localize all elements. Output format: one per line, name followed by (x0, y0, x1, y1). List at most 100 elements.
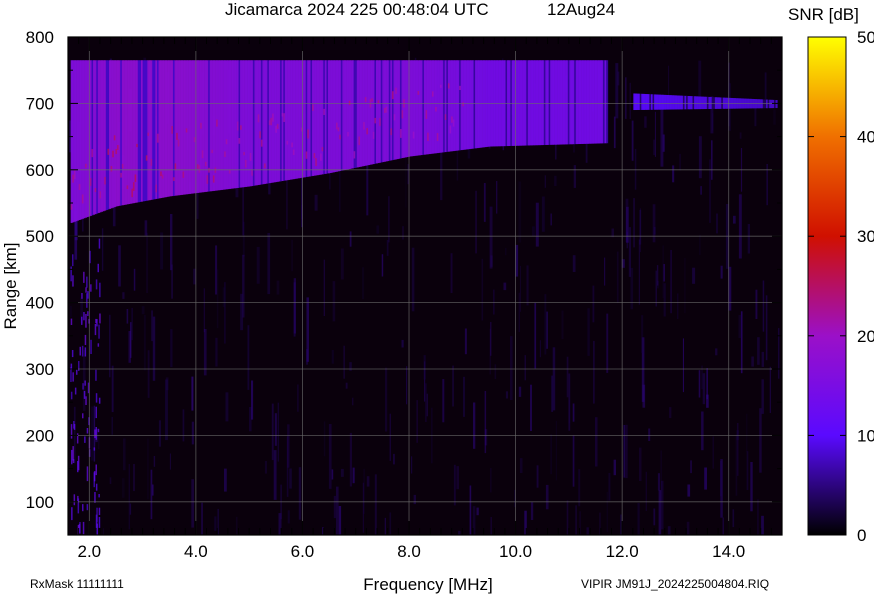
noise-streak (426, 393, 428, 417)
noise-speckle (83, 271, 85, 283)
noise-streak (750, 462, 753, 512)
noise-streak (690, 460, 692, 474)
noise-streak (606, 313, 609, 373)
noise-streak (332, 281, 336, 322)
noise-streak (545, 484, 549, 510)
noise-speckle (71, 507, 73, 521)
noise-speckle (86, 428, 89, 434)
x-tick-label: 4.0 (184, 542, 208, 561)
noise-streak (653, 508, 656, 526)
noise-streak (637, 503, 640, 535)
noise-streak (711, 140, 713, 180)
noise-speckle (70, 424, 73, 439)
noise-streak (572, 435, 575, 487)
noise-streak (686, 521, 690, 535)
noise-speckle (71, 449, 73, 465)
noise-streak (656, 265, 659, 286)
noise-streak (386, 240, 389, 256)
noise-speckle (95, 406, 97, 419)
noise-streak (352, 467, 355, 484)
noise-streak (692, 267, 696, 284)
rx-mask-label: RxMask 11111111 (30, 577, 124, 591)
noise-speckle (73, 424, 76, 430)
noise-streak (608, 473, 611, 501)
noise-streak (663, 283, 666, 317)
noise-streak (366, 476, 370, 487)
noise-streak (402, 226, 404, 240)
noise-speckle (84, 380, 86, 386)
noise-speckle (97, 343, 100, 347)
noise-speckle (90, 284, 92, 292)
y-tick-label: 700 (26, 94, 54, 113)
noise-streak (101, 228, 104, 271)
noise-streak (578, 469, 581, 507)
noise-streak (765, 295, 768, 361)
noise-streak (425, 383, 427, 422)
noise-speckle (81, 316, 83, 325)
plot-area (67, 36, 783, 536)
noise-streak (720, 461, 722, 497)
noise-streak (331, 350, 334, 364)
noise-speckle (97, 428, 100, 433)
noise-streak (757, 499, 759, 535)
noise-speckle (98, 397, 101, 404)
noise-speckle (98, 238, 101, 249)
noise-streak (587, 308, 590, 356)
noise-streak (289, 468, 292, 489)
noise-speckle (82, 521, 85, 535)
noise-streak (182, 409, 185, 442)
noise-streak (297, 384, 299, 412)
noise-streak (735, 434, 738, 496)
source-file-label: VIPIR JM91J_2024225004804.RIQ (581, 577, 769, 591)
colorbar-tick-label: 50 (857, 28, 874, 47)
noise-streak (111, 365, 114, 413)
noise-speckle (94, 324, 97, 336)
noise-streak (277, 402, 279, 462)
noise-streak (128, 464, 130, 530)
noise-streak (458, 530, 461, 535)
noise-streak (706, 394, 709, 408)
noise-streak (91, 406, 94, 461)
noise-streak (349, 362, 352, 371)
noise-speckle (95, 483, 98, 491)
noise-streak (153, 456, 156, 467)
noise-streak (490, 322, 492, 356)
noise-speckle (86, 504, 89, 511)
noise-streak (757, 337, 760, 365)
noise-streak (518, 386, 522, 397)
noise-streak (278, 513, 282, 535)
colorbar-tick-label: 40 (857, 128, 874, 147)
noise-streak (191, 421, 194, 445)
noise-streak (476, 507, 479, 516)
noise-streak (463, 376, 465, 417)
noise-streak (126, 309, 129, 324)
y-tick-label: 500 (26, 227, 54, 246)
noise-streak (273, 450, 277, 500)
noise-streak (274, 413, 277, 446)
noise-streak (677, 293, 679, 319)
noise-streak (352, 397, 354, 406)
noise-streak (82, 349, 86, 411)
noise-streak (606, 491, 608, 532)
noise-speckle (98, 494, 100, 498)
noise-streak (473, 402, 476, 449)
noise-streak (158, 420, 161, 447)
noise-speckle (85, 314, 87, 328)
noise-streak (518, 292, 520, 332)
noise-streak (653, 226, 656, 235)
noise-streak (645, 471, 647, 511)
noise-streak (672, 165, 675, 183)
noise-streak (214, 516, 217, 531)
noise-streak (550, 213, 552, 226)
noise-streak (738, 315, 742, 338)
noise-streak (534, 302, 537, 369)
noise-speckle (83, 391, 86, 399)
noise-streak (131, 307, 133, 341)
noise-streak (704, 467, 707, 490)
noise-streak (653, 139, 655, 156)
noise-speckle (99, 313, 101, 324)
noise-streak (123, 438, 126, 471)
noise-streak (682, 338, 684, 393)
noise-streak (450, 253, 453, 293)
noise-streak (586, 527, 589, 535)
